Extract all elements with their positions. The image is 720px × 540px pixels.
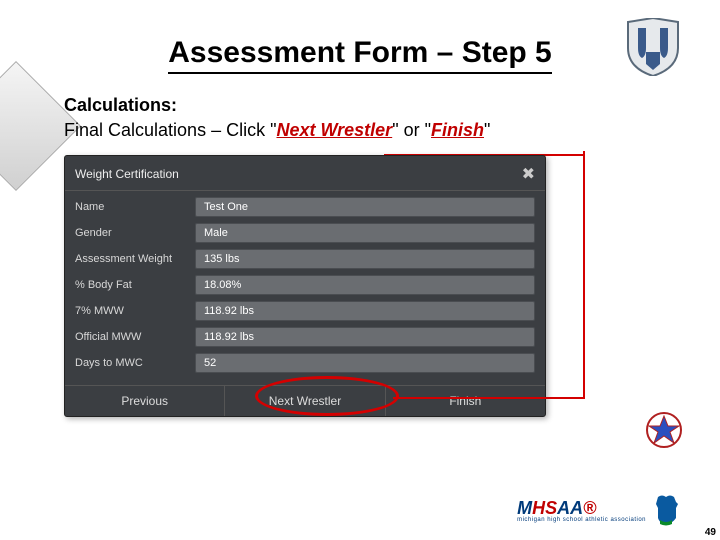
michigan-mitten-icon <box>652 494 680 526</box>
page-title: Assessment Form – Step 5 <box>168 36 551 74</box>
button-bar: Previous Next Wrestler Finish <box>65 385 545 416</box>
page-number: 49 <box>705 527 716 538</box>
row-value: Test One <box>195 197 535 217</box>
row-label: Assessment Weight <box>75 253 195 265</box>
row-label: 7% MWW <box>75 305 195 317</box>
section-subhead: Calculations: <box>64 95 656 116</box>
panel-title: Weight Certification <box>75 167 179 181</box>
previous-button[interactable]: Previous <box>65 386 225 416</box>
table-row: NameTest One <box>75 197 535 217</box>
row-label: Name <box>75 201 195 213</box>
shield-logo-icon <box>626 18 680 76</box>
star-icon <box>646 412 682 448</box>
row-value: 52 <box>195 353 535 373</box>
row-value: 118.92 lbs <box>195 327 535 347</box>
body: Calculations: Final Calculations – Click… <box>64 95 656 417</box>
row-label: Days to MWC <box>75 357 195 369</box>
logo-wordmark: MHSAA® <box>517 498 646 519</box>
table-row: 7% MWW118.92 lbs <box>75 301 535 321</box>
table-row: Assessment Weight135 lbs <box>75 249 535 269</box>
callout-line <box>583 151 585 399</box>
table-row: Days to MWC52 <box>75 353 535 373</box>
weight-certification-panel: Weight Certification ✖ NameTest One Gend… <box>64 155 546 417</box>
row-value: Male <box>195 223 535 243</box>
table-row: GenderMale <box>75 223 535 243</box>
logo-aa: AA <box>557 498 583 518</box>
row-value: 18.08% <box>195 275 535 295</box>
row-label: Gender <box>75 227 195 239</box>
callout-line <box>393 397 585 399</box>
panel-rows: NameTest One GenderMale Assessment Weigh… <box>65 191 545 381</box>
table-row: % Body Fat18.08% <box>75 275 535 295</box>
logo-hs: HS <box>532 498 557 518</box>
close-icon[interactable]: ✖ <box>522 164 535 184</box>
emphasis-finish: Finish <box>431 120 484 140</box>
row-value: 135 lbs <box>195 249 535 269</box>
mhsaa-logo: MHSAA® michigan high school athletic ass… <box>517 494 680 526</box>
row-value: 118.92 lbs <box>195 301 535 321</box>
slide: Assessment Form – Step 5 Calculations: F… <box>0 0 720 540</box>
row-label: Official MWW <box>75 331 195 343</box>
finish-button[interactable]: Finish <box>386 386 545 416</box>
next-wrestler-button[interactable]: Next Wrestler <box>225 386 385 416</box>
logo-subtitle: michigan high school athletic associatio… <box>517 517 646 523</box>
lead-mid: " or " <box>392 120 431 140</box>
panel-header: Weight Certification ✖ <box>65 156 545 191</box>
emphasis-next-wrestler: Next Wrestler <box>276 120 392 140</box>
table-row: Official MWW118.92 lbs <box>75 327 535 347</box>
instruction-line: Final Calculations – Click "Next Wrestle… <box>64 120 656 141</box>
logo-m: M <box>517 498 532 518</box>
lead-pre: Final Calculations – Click " <box>64 120 276 140</box>
logo-text-block: MHSAA® michigan high school athletic ass… <box>517 498 646 523</box>
title-row: Assessment Form – Step 5 <box>0 18 720 74</box>
row-label: % Body Fat <box>75 279 195 291</box>
lead-post: " <box>484 120 490 140</box>
